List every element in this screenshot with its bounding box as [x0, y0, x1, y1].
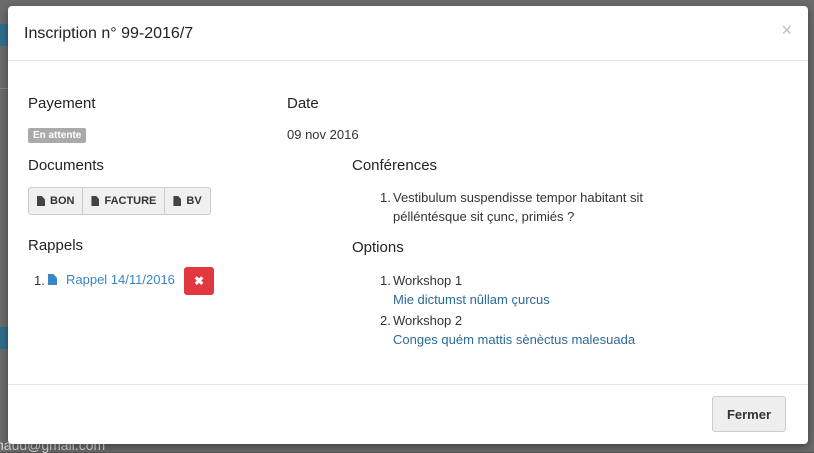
- file-icon: [37, 196, 45, 206]
- background-link: [0, 418, 8, 430]
- rappel-link[interactable]: Rappel 14/11/2016: [66, 272, 175, 287]
- date-value: 09 nov 2016: [287, 127, 359, 142]
- document-bon-button[interactable]: BON: [28, 187, 84, 215]
- delete-rappel-button[interactable]: ✖: [184, 267, 214, 295]
- status-badge: En attente: [28, 128, 87, 143]
- conference-line-2: pélléntésque sit çunc, primiés ?: [393, 209, 575, 224]
- option-link[interactable]: Conges quém mattis sènèctus malesuada: [393, 332, 635, 347]
- inscription-modal: Inscription n° 99-2016/7 × Payement En a…: [8, 6, 808, 444]
- option-title: Workshop 1: [393, 273, 463, 288]
- fermer-button[interactable]: Fermer: [712, 396, 786, 432]
- background-link: [0, 272, 8, 284]
- file-icon: [91, 196, 99, 206]
- payement-heading: Payement: [28, 95, 96, 112]
- document-bon-label: BON: [50, 195, 75, 207]
- documents-button-group: BON FACTURE BV: [28, 187, 211, 215]
- conferences-heading: Conférences: [352, 157, 438, 174]
- document-bv-label: BV: [186, 195, 202, 207]
- close-icon[interactable]: ×: [781, 21, 792, 39]
- date-heading: Date: [287, 95, 319, 112]
- modal-header: Inscription n° 99-2016/7 ×: [8, 6, 808, 61]
- documents-heading: Documents: [28, 157, 104, 174]
- conference-line-1: Vestibulum suspendisse tempor habitant s…: [393, 190, 644, 205]
- document-facture-button[interactable]: FACTURE: [83, 187, 166, 215]
- modal-footer: Fermer: [8, 384, 808, 444]
- conference-number: 1.: [380, 190, 391, 205]
- option-number: 1.: [380, 273, 391, 288]
- rappel-number: 1.: [34, 273, 45, 288]
- option-link[interactable]: Mie dictumst nûllam çurcus: [393, 292, 550, 307]
- document-bv-button[interactable]: BV: [165, 187, 211, 215]
- option-title: Workshop 2: [393, 313, 463, 328]
- file-icon: [173, 196, 181, 206]
- document-icon: [48, 274, 57, 285]
- option-number: 2.: [380, 313, 391, 328]
- rappels-heading: Rappels: [28, 237, 84, 254]
- document-facture-label: FACTURE: [104, 195, 157, 207]
- delete-icon: ✖: [193, 274, 205, 288]
- modal-title: Inscription n° 99-2016/7: [24, 25, 194, 42]
- options-heading: Options: [352, 239, 404, 256]
